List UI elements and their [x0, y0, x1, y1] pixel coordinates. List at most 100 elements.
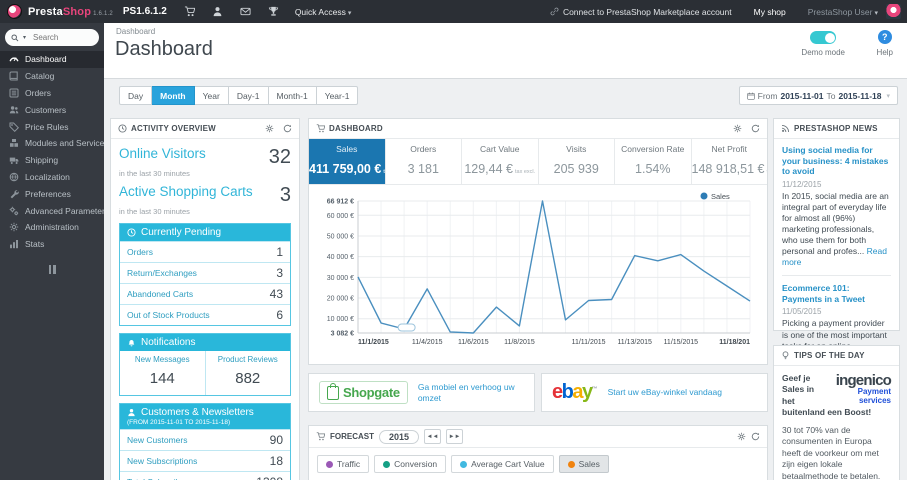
- dashboard-panel: DASHBOARD Sales411 759,00 €tax excl. Ord…: [308, 118, 768, 365]
- filter-year-1-button[interactable]: Year-1: [316, 86, 359, 105]
- sidebar-item-localization[interactable]: Localization: [0, 169, 104, 186]
- customer-icon[interactable]: [212, 6, 223, 17]
- kpi-tab-sales[interactable]: Sales411 759,00 €tax excl.: [309, 139, 386, 184]
- svg-text:60 000 €: 60 000 €: [327, 213, 354, 220]
- online-visitors-subtitle: in the last 30 minutes: [119, 169, 190, 178]
- book-icon: [9, 71, 18, 81]
- sidebar-item-catalog[interactable]: Catalog: [0, 68, 104, 85]
- filter-day-button[interactable]: Day: [119, 86, 153, 105]
- trophy-icon[interactable]: [268, 6, 279, 17]
- article-title-link[interactable]: Using social media for your business: 4 …: [782, 145, 891, 177]
- ebay-logo[interactable]: ebay™: [552, 381, 598, 404]
- refresh-icon[interactable]: [751, 124, 760, 133]
- sidebar-item-customers[interactable]: Customers: [0, 101, 104, 118]
- online-visitors-link[interactable]: Online Visitors: [119, 146, 206, 161]
- filter-year-button[interactable]: Year: [194, 86, 229, 105]
- gear-icon[interactable]: [265, 124, 274, 133]
- my-shop-link[interactable]: My shop: [754, 7, 786, 17]
- legend-conversion-button[interactable]: Conversion: [374, 455, 447, 473]
- svg-text:11/15/2015: 11/15/2015: [664, 339, 699, 346]
- shopgate-ad: Shopgate Ga mobiel en verhoog uw omzet: [308, 373, 535, 412]
- globe-icon: [9, 172, 19, 182]
- traffic-dot-icon: [326, 460, 333, 468]
- sidebar-item-stats[interactable]: Stats: [0, 236, 104, 253]
- shopping-bag-icon: [327, 382, 339, 400]
- svg-text:11/6/2015: 11/6/2015: [458, 339, 489, 346]
- gear-icon[interactable]: [737, 428, 746, 446]
- legend-traffic-button[interactable]: Traffic: [317, 455, 370, 473]
- svg-text:66 912 €: 66 912 €: [327, 199, 354, 206]
- marketplace-link[interactable]: Connect to PrestaShop Marketplace accoun…: [550, 7, 732, 17]
- sidebar-collapse-button[interactable]: [47, 264, 57, 274]
- breadcrumb[interactable]: Dashboard: [116, 27, 155, 36]
- sidebar-item-dashboard[interactable]: Dashboard: [0, 51, 104, 68]
- svg-text:11/4/2015: 11/4/2015: [412, 339, 443, 346]
- demo-mode-control: Demo mode: [801, 31, 845, 57]
- sidebar-item-advanced-parameters[interactable]: Advanced Parameters: [0, 202, 109, 219]
- svg-text:10 000 €: 10 000 €: [327, 316, 354, 323]
- forecast-next-button[interactable]: ►►: [446, 429, 464, 444]
- notification-product-reviews: Product Reviews 882: [204, 351, 291, 395]
- active-carts-link[interactable]: Active Shopping Carts: [119, 184, 253, 199]
- search-icon: [11, 33, 19, 41]
- sidebar-item-preferences[interactable]: Preferences: [0, 185, 104, 202]
- user-avatar[interactable]: [886, 4, 901, 19]
- cart-icon: [316, 124, 325, 133]
- date-from-value: 2015-11-01: [780, 90, 824, 101]
- cart-icon[interactable]: [184, 6, 195, 17]
- legend-sales-button[interactable]: Sales: [558, 455, 609, 473]
- filter-month-button[interactable]: Month: [152, 86, 195, 105]
- dashboard-icon: [9, 57, 19, 62]
- customers-icon: [9, 106, 19, 114]
- prestashop-logo[interactable]: [7, 4, 22, 19]
- refresh-icon[interactable]: [283, 124, 292, 133]
- kpi-tab-cart-value[interactable]: Cart Value 129,44 € tax excl.: [462, 139, 539, 184]
- filter-day-1-button[interactable]: Day-1: [228, 86, 269, 105]
- search-input[interactable]: [31, 32, 84, 43]
- sidebar-item-orders[interactable]: Orders: [0, 85, 104, 102]
- date-to-label: To: [826, 90, 836, 101]
- orders-list-icon: [9, 88, 19, 98]
- section-title: Notifications: [141, 337, 196, 348]
- user-menu[interactable]: PrestaShop User ▾: [808, 7, 878, 17]
- marketplace-link-label: Connect to PrestaShop Marketplace accoun…: [562, 6, 732, 17]
- date-range-picker[interactable]: From 2015-11-01 To 2015-11-18 ▾: [738, 86, 898, 105]
- pending-row-out-of-stock: Out of Stock Products 6: [120, 304, 290, 325]
- shopgate-logo[interactable]: Shopgate: [319, 381, 408, 404]
- brand-version: 1.6.1.2: [93, 10, 113, 17]
- sidebar-item-shipping[interactable]: Shipping: [0, 152, 104, 169]
- quick-access-menu[interactable]: Quick Access ▾: [295, 7, 352, 17]
- kpi-tab-net-profit[interactable]: Net Profit148 918,51 €tax excl.: [692, 139, 768, 184]
- forecast-year[interactable]: 2015: [379, 429, 420, 444]
- refresh-icon[interactable]: [751, 428, 760, 446]
- rss-icon: [781, 124, 790, 133]
- ebay-ad-link[interactable]: Start uw eBay-winkel vandaag: [608, 387, 722, 397]
- shopgate-ad-link[interactable]: Ga mobiel en verhoog uw omzet: [418, 382, 524, 402]
- demo-mode-toggle[interactable]: [810, 31, 837, 44]
- svg-text:Sales: Sales: [711, 192, 730, 201]
- sidebar-search[interactable]: ▾: [5, 29, 99, 46]
- sidebar-item-administration[interactable]: Administration: [0, 219, 104, 236]
- sidebar-item-modules[interactable]: Modules and Services: [0, 135, 109, 152]
- kpi-tab-conversion-rate[interactable]: Conversion Rate 1.54%: [615, 139, 692, 184]
- ingenico-logo[interactable]: ingenico Payment services: [817, 373, 892, 406]
- gear-icon[interactable]: [733, 124, 742, 133]
- chevron-down-icon: ▾: [874, 9, 878, 17]
- customers-row-total-subscribers: Total Subscribers1308: [120, 471, 290, 480]
- kpi-tab-visits[interactable]: Visits 205 939: [539, 139, 615, 184]
- kpi-tab-orders[interactable]: Orders 3 181: [386, 139, 462, 184]
- help-icon[interactable]: ?: [877, 30, 892, 44]
- filter-month-1-button[interactable]: Month-1: [268, 86, 317, 105]
- clock-icon: [127, 228, 136, 237]
- forecast-prev-button[interactable]: ◄◄: [424, 429, 442, 444]
- svg-text:11/1/2015: 11/1/2015: [358, 339, 389, 346]
- tag-icon: [9, 122, 19, 132]
- svg-text:11/8/2015: 11/8/2015: [504, 339, 535, 346]
- sidebar-item-price-rules[interactable]: Price Rules: [0, 118, 104, 135]
- chevron-down-icon: ▾: [23, 35, 27, 41]
- legend-average-cart-value-button[interactable]: Average Cart Value: [451, 455, 554, 473]
- sales-dot-icon: [567, 460, 575, 468]
- mail-icon[interactable]: [240, 6, 251, 17]
- date-from-label: From: [757, 90, 778, 101]
- article-title-link[interactable]: Ecommerce 101: Payments in a Tweet: [782, 283, 891, 304]
